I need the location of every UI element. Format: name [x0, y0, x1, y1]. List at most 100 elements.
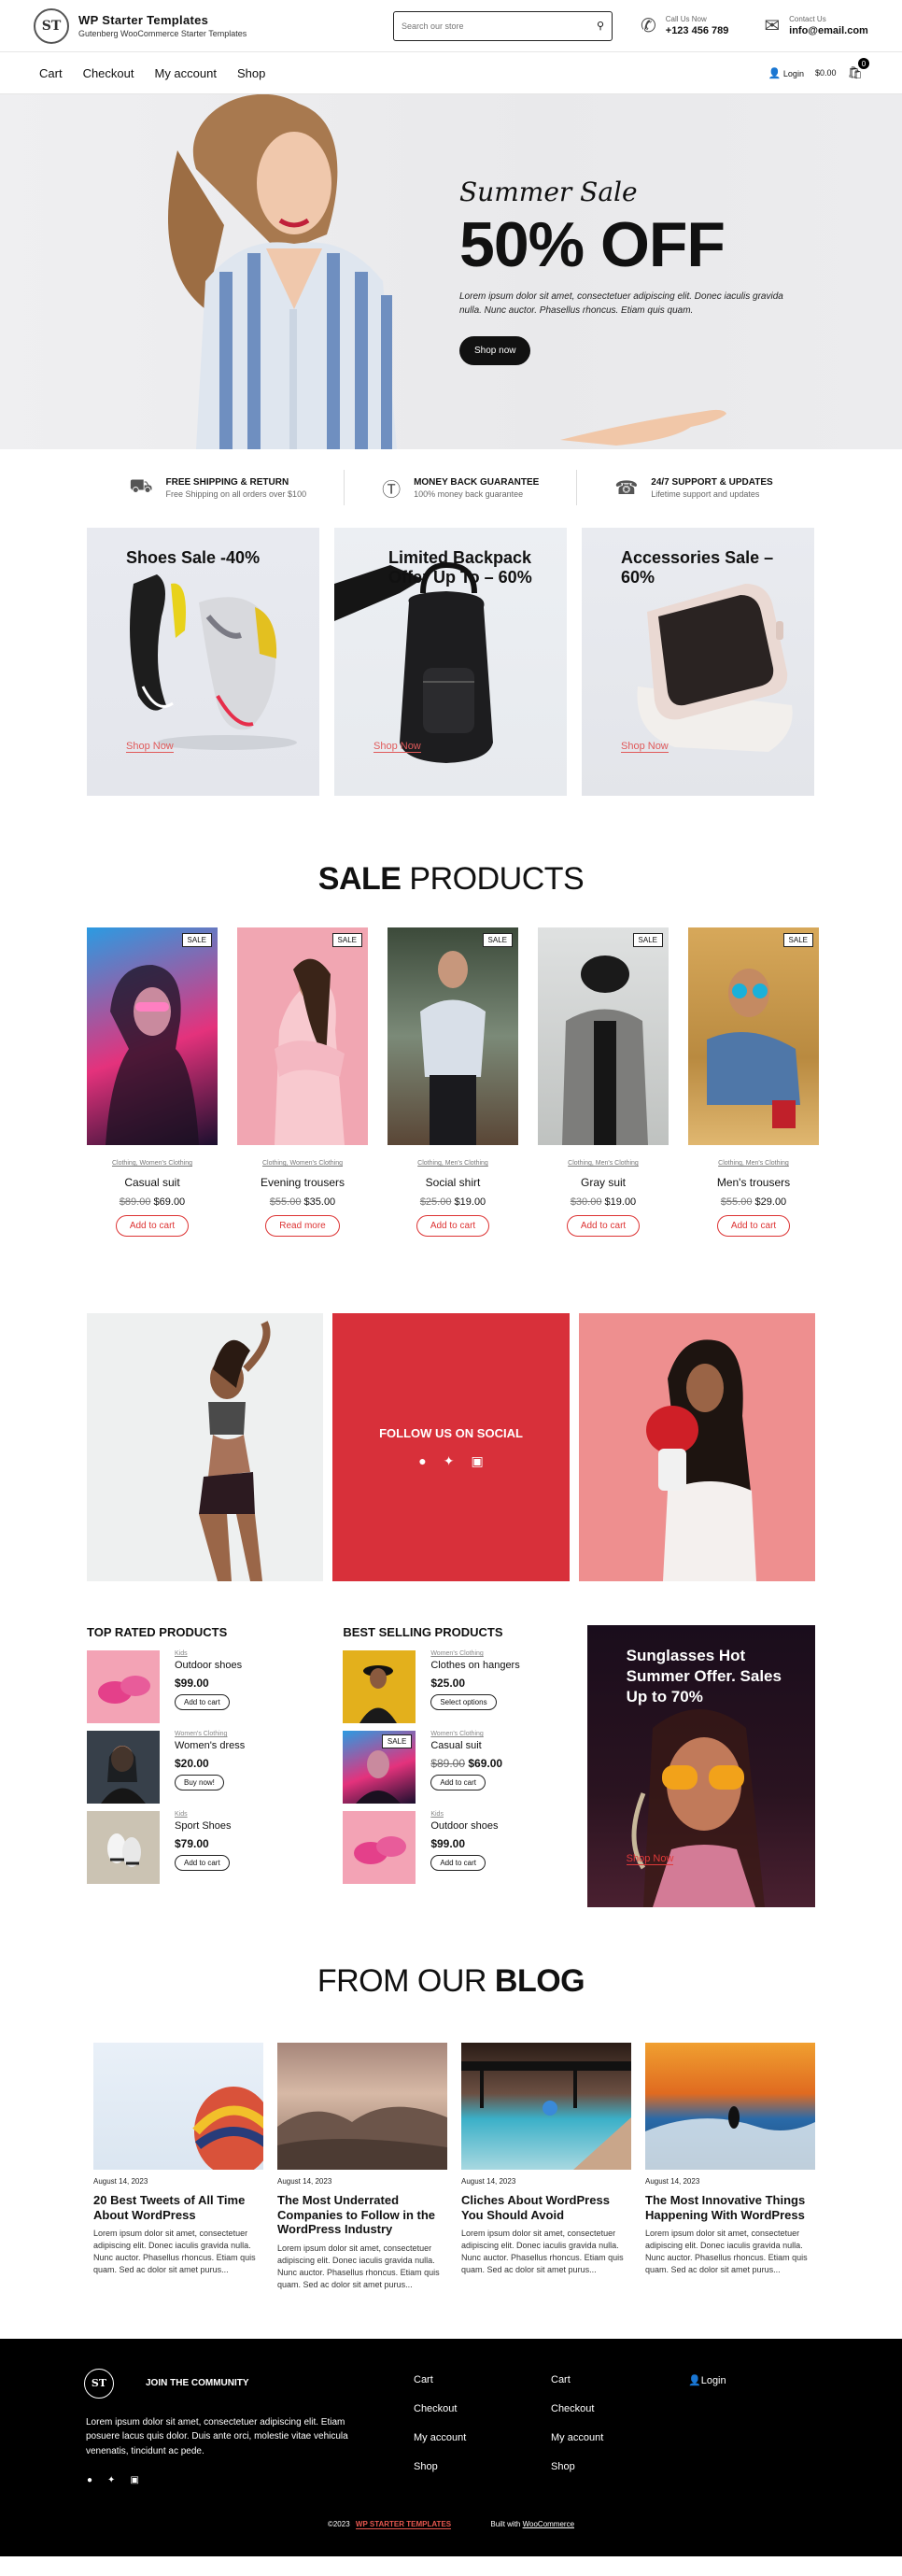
read-more-button[interactable]: Read more: [265, 1215, 340, 1237]
list-item[interactable]: SALE Women's Clothing Casual suit $89.00 $…: [343, 1731, 571, 1804]
product-name[interactable]: Outdoor shoes: [430, 1820, 498, 1832]
add-to-cart-button[interactable]: Add to cart: [175, 1694, 230, 1710]
add-to-cart-button[interactable]: Add to cart: [430, 1855, 486, 1871]
add-to-cart-button[interactable]: Add to cart: [566, 1215, 641, 1237]
post-image[interactable]: [645, 2043, 815, 2170]
product-name[interactable]: Sport Shoes: [175, 1820, 232, 1832]
product-image[interactable]: SALE: [388, 927, 518, 1145]
instagram-icon[interactable]: ▣: [471, 1453, 483, 1469]
nav-shop[interactable]: Shop: [237, 66, 265, 80]
shop-now-button[interactable]: Shop now: [459, 336, 531, 365]
buy-now-button[interactable]: Buy now!: [175, 1775, 224, 1790]
cart-icon[interactable]: 🛍 0: [847, 58, 869, 80]
shop-now-link[interactable]: Shop Now: [621, 741, 669, 753]
product-thumb[interactable]: [343, 1650, 416, 1723]
product-card[interactable]: SALE Clothing, Men's Clothing Men's trou…: [688, 927, 819, 1237]
sunglasses-promo[interactable]: Sunglasses Hot Summer Offer. Sales Up to…: [586, 1625, 815, 1907]
product-name[interactable]: Evening trousers: [237, 1176, 368, 1189]
product-name[interactable]: Women's dress: [175, 1740, 245, 1751]
product-name[interactable]: Clothes on hangers: [430, 1660, 519, 1671]
product-image[interactable]: SALE: [87, 927, 218, 1145]
contact-value[interactable]: info@email.com: [789, 25, 868, 36]
product-category[interactable]: Women's Clothing: [430, 1650, 519, 1657]
product-name[interactable]: Casual suit: [430, 1740, 502, 1751]
footer-link-cart[interactable]: Cart: [414, 2374, 466, 2385]
footer-logo[interactable]: ST: [84, 2368, 114, 2399]
post-title[interactable]: Cliches About WordPress You Should Avoid: [461, 2193, 631, 2222]
search-input[interactable]: [402, 21, 597, 31]
footer-link-shop[interactable]: Shop: [551, 2461, 603, 2472]
product-name[interactable]: Men's trousers: [688, 1176, 819, 1189]
add-to-cart-button[interactable]: Add to cart: [430, 1775, 486, 1790]
list-item[interactable]: Women's Clothing Women's dress $20.00 Buy n…: [87, 1731, 316, 1804]
twitter-icon[interactable]: ✦: [107, 2475, 115, 2485]
list-item[interactable]: Kids Outdoor shoes $99.00 Add to cart: [87, 1650, 316, 1723]
product-category[interactable]: Clothing, Men's Clothing: [688, 1160, 819, 1167]
product-card[interactable]: SALE Clothing, Women's Clothing Evening …: [237, 927, 368, 1237]
product-card[interactable]: SALE Clothing, Men's Clothing Social shi…: [388, 927, 518, 1237]
footer-link-my-account[interactable]: My account: [414, 2432, 466, 2443]
footer-link-cart[interactable]: Cart: [551, 2374, 603, 2385]
product-category[interactable]: Kids: [430, 1811, 498, 1818]
post-title[interactable]: The Most Innovative Things Happening Wit…: [645, 2193, 815, 2222]
post-title[interactable]: 20 Best Tweets of All Time About WordPre…: [93, 2193, 263, 2222]
product-category[interactable]: Women's Clothing: [175, 1731, 245, 1737]
product-image[interactable]: SALE: [237, 927, 368, 1145]
product-category[interactable]: Women's Clothing: [430, 1731, 502, 1737]
facebook-icon[interactable]: ●: [87, 2475, 92, 2485]
post-title[interactable]: The Most Underrated Companies to Follow …: [277, 2193, 447, 2237]
nav-cart[interactable]: Cart: [39, 66, 63, 80]
product-thumb[interactable]: [87, 1811, 160, 1884]
product-name[interactable]: Gray suit: [538, 1176, 669, 1189]
add-to-cart-button[interactable]: Add to cart: [716, 1215, 791, 1237]
post-image[interactable]: [93, 2043, 276, 2176]
product-name[interactable]: Outdoor shoes: [175, 1660, 242, 1671]
footer-login[interactable]: 👤Login: [688, 2374, 726, 2386]
select-options-button[interactable]: Select options: [430, 1694, 497, 1710]
search-icon[interactable]: ⚲: [597, 20, 604, 32]
cart-total[interactable]: $0.00: [815, 68, 837, 78]
facebook-icon[interactable]: ●: [418, 1453, 426, 1469]
product-thumb[interactable]: [87, 1650, 160, 1723]
product-category[interactable]: Kids: [175, 1650, 242, 1657]
shop-now-link[interactable]: Shop Now: [126, 741, 174, 753]
shop-now-link[interactable]: Shop Now: [626, 1853, 674, 1865]
product-category[interactable]: Kids: [175, 1811, 232, 1818]
product-name[interactable]: Casual suit: [87, 1176, 218, 1189]
footer-link-shop[interactable]: Shop: [414, 2461, 466, 2472]
product-image[interactable]: SALE: [538, 927, 669, 1145]
nav-checkout[interactable]: Checkout: [83, 66, 134, 80]
footer-link-checkout[interactable]: Checkout: [551, 2403, 603, 2414]
product-category[interactable]: Clothing, Women's Clothing: [87, 1160, 218, 1167]
blog-post[interactable]: August 14, 2023 20 Best Tweets of All Ti…: [93, 2043, 276, 2291]
add-to-cart-button[interactable]: Add to cart: [416, 1215, 490, 1237]
instagram-icon[interactable]: ▣: [130, 2475, 138, 2485]
product-image[interactable]: SALE: [688, 927, 819, 1145]
post-image[interactable]: [461, 2043, 631, 2170]
product-thumb[interactable]: [343, 1811, 416, 1884]
product-thumb[interactable]: SALE: [343, 1731, 416, 1804]
product-category[interactable]: Clothing, Men's Clothing: [538, 1160, 669, 1167]
list-item[interactable]: Kids Sport Shoes $79.00 Add to cart: [87, 1811, 316, 1884]
blog-post[interactable]: August 14, 2023 The Most Underrated Comp…: [277, 2043, 447, 2291]
product-card[interactable]: SALE Clothing, Women's Clothing Casual s…: [87, 927, 218, 1237]
product-name[interactable]: Social shirt: [388, 1176, 518, 1189]
add-to-cart-button[interactable]: Add to cart: [115, 1215, 190, 1237]
promo-card-shoes[interactable]: Shoes Sale -40% Shop Now: [87, 528, 319, 796]
add-to-cart-button[interactable]: Add to cart: [175, 1855, 230, 1871]
blog-post[interactable]: August 14, 2023 The Most Innovative Thin…: [645, 2043, 815, 2291]
footer-link-my-account[interactable]: My account: [551, 2432, 603, 2443]
blog-post[interactable]: August 14, 2023 Cliches About WordPress …: [461, 2043, 631, 2291]
promo-card-accessories[interactable]: Accessories Sale – 60% Shop Now: [582, 528, 814, 796]
login-link[interactable]: 👤 Login: [768, 67, 804, 79]
call-value[interactable]: +123 456 789: [666, 25, 729, 36]
nav-my-account[interactable]: My account: [154, 66, 216, 80]
footer-link-checkout[interactable]: Checkout: [414, 2403, 466, 2414]
product-category[interactable]: Clothing, Women's Clothing: [237, 1160, 368, 1167]
product-card[interactable]: SALE Clothing, Men's Clothing Gray suit …: [538, 927, 669, 1237]
post-image[interactable]: [277, 2043, 447, 2170]
site-logo[interactable]: ST WP Starter Templates Gutenberg WooCom…: [34, 7, 360, 44]
product-thumb[interactable]: [87, 1731, 160, 1804]
product-category[interactable]: Clothing, Men's Clothing: [388, 1160, 518, 1167]
footer-brand-link[interactable]: WP STARTER TEMPLATES: [355, 2519, 452, 2529]
